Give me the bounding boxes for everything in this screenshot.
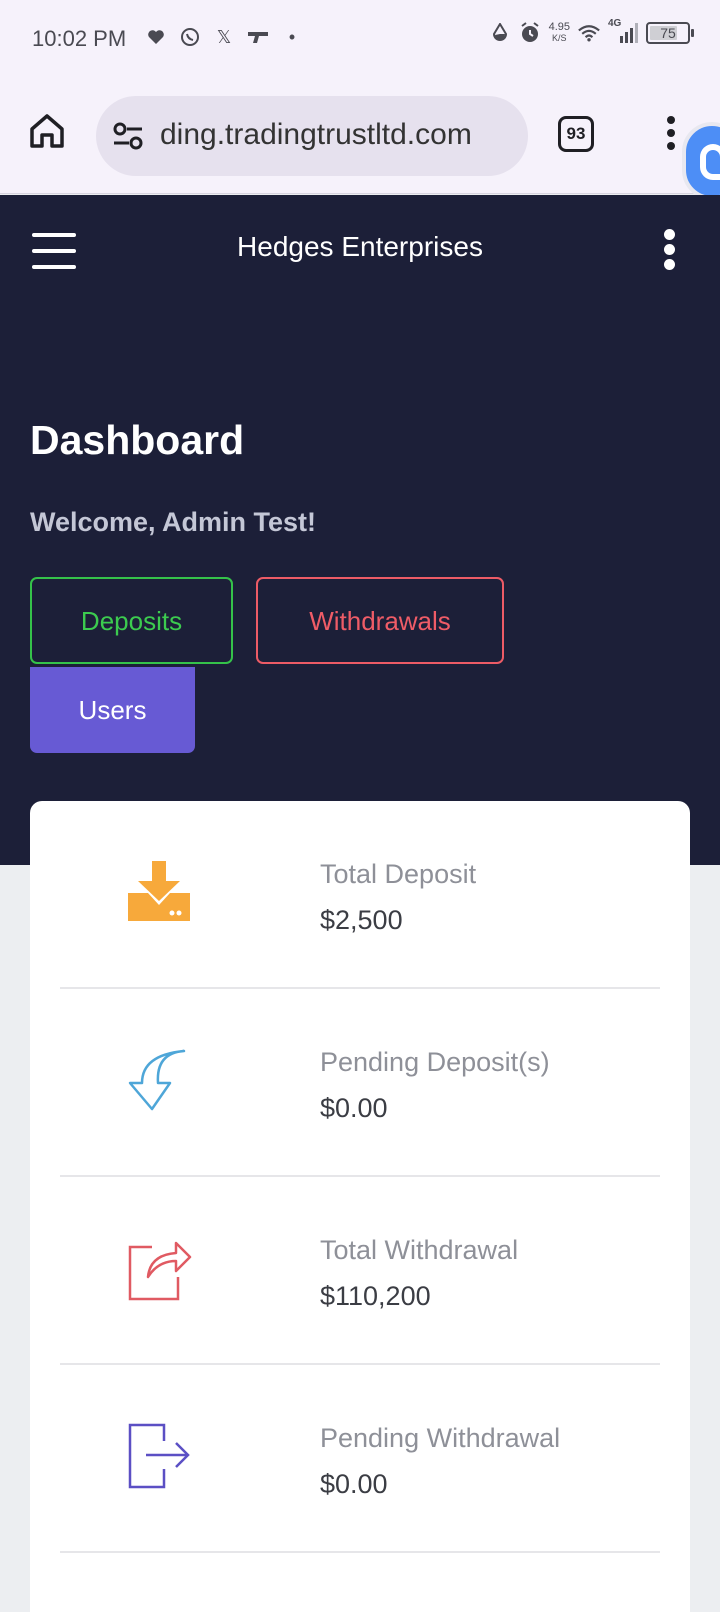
app-title: Hedges Enterprises — [237, 231, 483, 262]
dot-icon: • — [288, 26, 296, 47]
stat-label: Total Withdrawal — [320, 1235, 519, 1265]
more-options-icon[interactable] — [660, 229, 678, 273]
deposits-button[interactable]: Deposits — [30, 577, 233, 664]
withdrawals-button[interactable]: Withdrawals — [256, 577, 504, 664]
stat-label: Pending Withdrawal — [320, 1423, 561, 1453]
browser-menu-icon[interactable] — [664, 116, 678, 156]
exit-arrow-icon — [126, 1423, 192, 1489]
url-text: ding.tradingtrustltd.com — [160, 118, 472, 151]
battery-level: 75 — [660, 25, 676, 41]
stat-value: $0.00 — [320, 1469, 388, 1499]
stat-pending-withdrawal: Pending Withdrawal $0.00 — [60, 1365, 660, 1553]
stat-label: Pending Deposit(s) — [320, 1047, 550, 1077]
assistant-bubble-icon[interactable] — [682, 122, 720, 200]
tab-switcher-button[interactable]: 93 — [558, 116, 594, 152]
stat-label: Total Deposit — [320, 859, 477, 889]
signal-icon: 4G — [608, 18, 638, 44]
stat-value: $0.00 — [320, 1093, 388, 1123]
battery-indicator: 75 — [646, 22, 694, 44]
users-button[interactable]: Users — [30, 667, 195, 753]
whatsapp-icon — [179, 26, 201, 48]
curved-arrow-icon — [126, 1047, 192, 1113]
welcome-message: Welcome, Admin Test! — [30, 507, 317, 537]
data-saver-icon — [489, 22, 511, 44]
download-tray-icon — [126, 859, 192, 925]
stat-total-deposit: Total Deposit $2,500 — [60, 801, 660, 989]
network-type: 4G — [608, 18, 622, 29]
status-time: 10:02 PM — [32, 26, 127, 51]
stat-value: $2,500 — [320, 905, 403, 935]
share-out-icon — [126, 1235, 192, 1301]
heart-icon — [145, 26, 167, 48]
address-bar[interactable]: ding.tradingtrustltd.com — [96, 96, 528, 176]
page-title: Dashboard — [30, 417, 245, 463]
stat-pending-deposit: Pending Deposit(s) $0.00 — [60, 989, 660, 1177]
browser-toolbar: ding.tradingtrustltd.com 93 — [0, 82, 720, 200]
x-logo-icon: 𝕏 — [216, 26, 232, 47]
app-header: Hedges Enterprises Dashboard Welcome, Ad… — [0, 195, 720, 865]
site-settings-icon[interactable] — [112, 122, 144, 150]
alarm-icon — [519, 22, 541, 44]
net-speed-unit: K/S — [552, 33, 567, 43]
notification-icons: 𝕏 • — [145, 26, 303, 48]
net-speed-value: 4.95 — [548, 21, 570, 33]
status-bar: 10:02 PM 𝕏 • 4.95 K/S 4G 75 — [0, 0, 720, 82]
wifi-icon — [578, 22, 600, 44]
stat-value: $110,200 — [320, 1281, 431, 1311]
stats-card: Total Deposit $2,500 Pending Deposit(s) … — [30, 801, 690, 1612]
network-speed: 4.95 K/S — [549, 22, 570, 44]
pistol-icon — [247, 26, 269, 48]
system-icons: 4.95 K/S 4G 75 — [489, 18, 694, 44]
stat-total-withdrawal: Total Withdrawal $110,200 — [60, 1177, 660, 1365]
home-icon[interactable] — [28, 112, 68, 152]
